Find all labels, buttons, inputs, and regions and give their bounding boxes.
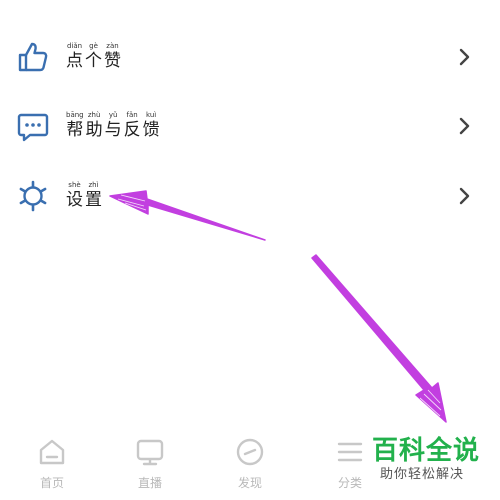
menu-char: shè 设: [66, 181, 83, 210]
menu-item-label: diǎn 点 gè 个 zàn 赞: [66, 42, 123, 71]
menu-item-help-feedback[interactable]: bāng 帮 zhù 助 yǔ 与 fǎn 反 kuì 馈: [0, 91, 500, 161]
menu-char: yǔ 与: [104, 111, 122, 140]
menu-lines-icon: [337, 442, 363, 462]
menu-item-like[interactable]: diǎn 点 gè 个 zàn 赞: [0, 22, 500, 92]
arrow-to-watermark: [311, 254, 447, 423]
menu-char: diǎn 点: [66, 42, 83, 71]
menu-item-settings[interactable]: shè 设 zhì 置: [0, 161, 500, 231]
compass-icon: [236, 438, 264, 466]
menu-char: bāng 帮: [66, 111, 84, 140]
menu-item-label: shè 设 zhì 置: [66, 181, 104, 210]
menu-item-label: bāng 帮 zhù 助 yǔ 与 fǎn 反 kuì 馈: [66, 111, 162, 140]
gear-icon: [19, 180, 47, 212]
tab-label: 直播: [137, 476, 162, 490]
menu-char: zhì 置: [85, 181, 102, 210]
watermark-title: 百科全说: [372, 436, 481, 466]
tab-label: 发现: [237, 476, 262, 490]
menu-char: zhù 助: [85, 111, 103, 140]
tab-live[interactable]: 直播: [110, 432, 190, 500]
chat-bubble-icon: [17, 113, 49, 142]
chevron-right-icon: [459, 48, 470, 66]
tab-discover[interactable]: 发现: [210, 432, 290, 500]
menu-char: kuì 馈: [142, 111, 160, 140]
watermark: 百科全说 助你轻松解决: [372, 436, 492, 484]
menu-char: fǎn 反: [123, 111, 141, 140]
menu-char: zàn 赞: [104, 42, 121, 71]
thumbs-up-icon: [18, 42, 48, 72]
chevron-right-icon: [459, 117, 470, 135]
tab-home[interactable]: 首页: [12, 432, 92, 500]
tab-label: 首页: [39, 476, 64, 490]
live-tv-icon: [136, 439, 164, 466]
menu-char: gè 个: [85, 42, 102, 71]
chevron-right-icon: [459, 187, 470, 205]
watermark-subtitle: 助你轻松解决: [380, 467, 465, 482]
home-icon: [39, 439, 65, 465]
